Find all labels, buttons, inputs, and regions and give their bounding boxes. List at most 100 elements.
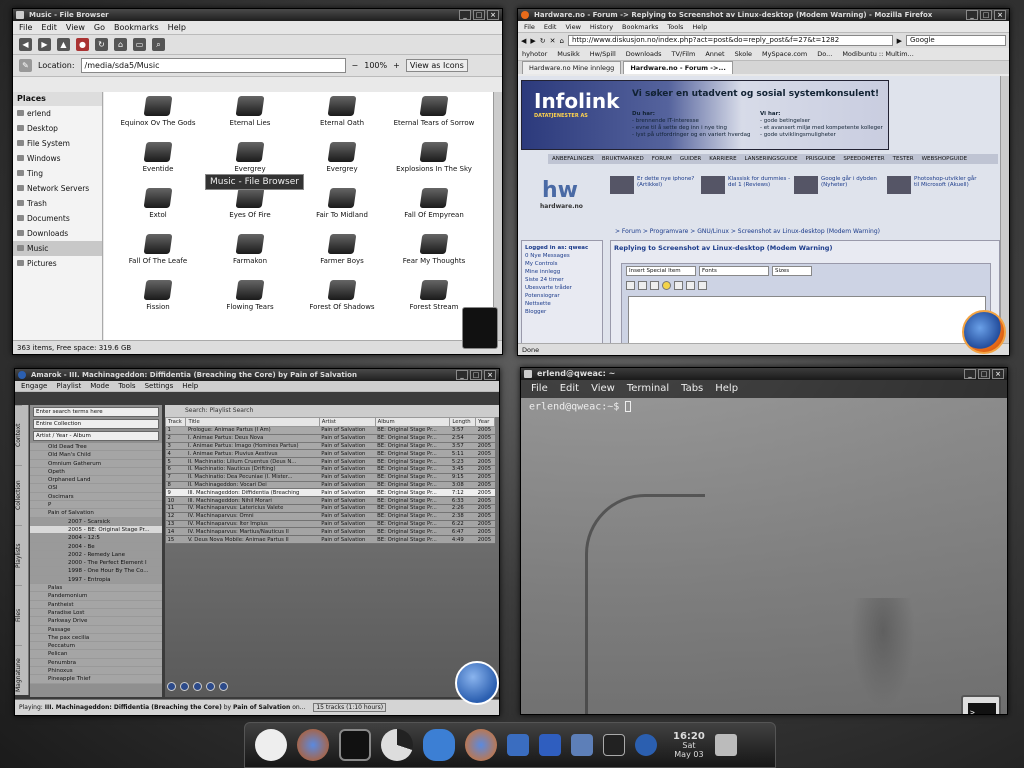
file-browser-titlebar[interactable]: Music - File Browser _ □ × bbox=[13, 9, 502, 21]
playlist-row[interactable]: 11 IV. Machinaparvus: Latericius Valete Pa… bbox=[165, 504, 495, 513]
minimize-button[interactable]: _ bbox=[964, 369, 976, 379]
image-button[interactable] bbox=[686, 280, 695, 290]
bookmark-item[interactable]: Musikk bbox=[557, 48, 579, 60]
playlist-row[interactable]: 10 III. Machinageddon: Nihil Morari Pain o… bbox=[165, 496, 495, 505]
artist-item[interactable]: Palas bbox=[30, 584, 162, 593]
gnome-foot-icon[interactable] bbox=[255, 729, 287, 761]
zoom-level[interactable]: 100% bbox=[364, 61, 387, 70]
close-button[interactable]: × bbox=[992, 369, 1004, 379]
bookmark-item[interactable]: Hw/Spill bbox=[590, 48, 616, 60]
vertical-scrollbar[interactable] bbox=[493, 92, 502, 340]
site-nav-item[interactable]: GUIDER bbox=[680, 154, 701, 164]
stop-icon[interactable]: ● bbox=[76, 38, 89, 51]
site-nav-item[interactable]: LANSERINGSGUIDE bbox=[745, 154, 798, 164]
sidebar-tab-context[interactable]: Context bbox=[15, 405, 22, 465]
album-item[interactable]: 1998 - One Hour By The Co... bbox=[30, 567, 162, 576]
sidebar-item-downloads[interactable]: Downloads bbox=[13, 226, 102, 241]
home-icon[interactable]: ⌂ bbox=[560, 37, 564, 45]
back-icon[interactable]: ◀ bbox=[19, 38, 32, 51]
sizes-select[interactable]: Sizes bbox=[772, 266, 812, 276]
artist-item[interactable]: Parkway Drive bbox=[30, 617, 162, 626]
menu-edit[interactable]: Edit bbox=[544, 21, 557, 32]
artist-item[interactable]: Pandemonium bbox=[30, 592, 162, 601]
paint-splash-icon[interactable] bbox=[423, 729, 455, 761]
firefox-titlebar[interactable]: Hardware.no - Forum -> Replying to Scree… bbox=[518, 9, 1009, 21]
user-panel-link[interactable]: 0 Nye Messages bbox=[525, 252, 599, 260]
artist-item[interactable]: Penumbra bbox=[30, 658, 162, 668]
fonts-select[interactable]: Fonts bbox=[699, 266, 769, 276]
news-item[interactable]: Klassisk for dummies - del 1 (Reviews) bbox=[701, 176, 791, 194]
artist-item[interactable]: Omnium Gatherum bbox=[30, 459, 162, 468]
sidebar-item-trash[interactable]: Trash bbox=[13, 196, 102, 211]
url-input[interactable]: http://www.diskusjon.no/index.php?act=po… bbox=[567, 35, 893, 46]
sidebar-item-erlend[interactable]: erlend bbox=[13, 106, 102, 121]
next-button[interactable] bbox=[219, 682, 228, 691]
sidebar-tab-files[interactable]: Files bbox=[15, 585, 22, 645]
playlist-row[interactable]: 3 I. Animae Partus: Imago (Homines Partus… bbox=[165, 442, 495, 451]
album-item[interactable]: 2007 - Scarsick bbox=[30, 517, 162, 526]
artist-item[interactable]: The pax cecilia bbox=[30, 633, 162, 643]
security-icon[interactable] bbox=[603, 734, 625, 756]
mail-icon[interactable] bbox=[539, 734, 561, 756]
play-button[interactable] bbox=[180, 682, 189, 691]
sidebar-item-documents[interactable]: Documents bbox=[13, 211, 102, 226]
link-button[interactable] bbox=[674, 280, 683, 290]
menu-edit[interactable]: Edit bbox=[41, 21, 57, 34]
artist-item[interactable]: Pineapple Thief bbox=[30, 675, 162, 684]
folder-item[interactable]: Eternal Tears of Sorrow bbox=[388, 92, 480, 138]
search-input[interactable]: Google bbox=[906, 35, 1006, 46]
folder-item[interactable]: Flowing Tears bbox=[204, 276, 296, 322]
document-icon[interactable] bbox=[571, 734, 593, 756]
view-mode-select[interactable]: View as Icons bbox=[405, 59, 468, 72]
news-item[interactable]: Photoshop-utvikler går til Microsoft (Ak… bbox=[887, 176, 977, 194]
folder-item[interactable]: Farmer Boys bbox=[296, 230, 388, 276]
playlist-row[interactable]: 2 I. Animae Partus: Deus Nova Pain of Salv… bbox=[165, 434, 495, 443]
bold-button[interactable] bbox=[626, 280, 635, 290]
menu-item[interactable]: Playlist bbox=[56, 381, 81, 391]
bookmark-item[interactable]: Annet bbox=[705, 48, 724, 60]
folder-item[interactable]: Evergrey bbox=[296, 138, 388, 184]
sidebar-item-network-servers[interactable]: Network Servers bbox=[13, 181, 102, 196]
artist-item[interactable]: Passage bbox=[30, 625, 162, 634]
column-header[interactable]: Year bbox=[475, 417, 495, 427]
search-icon[interactable]: ⌕ bbox=[152, 38, 165, 51]
folder-item[interactable]: Farmakon bbox=[204, 230, 296, 276]
playlist-row[interactable]: 13 IV. Machinaparvus: Iter Impius Pain of … bbox=[165, 520, 495, 529]
firefox-window[interactable]: Hardware.no - Forum -> Replying to Scree… bbox=[517, 8, 1010, 356]
playlist-row[interactable]: 1 Prologue: Animae Partus (I Am) Pain of S… bbox=[165, 426, 495, 435]
menu-file[interactable]: File bbox=[524, 21, 535, 32]
artist-item[interactable]: Orphaned Land bbox=[30, 476, 162, 485]
user-panel-link[interactable]: Nettsette bbox=[525, 300, 599, 308]
artist-item[interactable]: Pantheist bbox=[30, 600, 162, 609]
folder-item[interactable]: Forest Of Shadows bbox=[296, 276, 388, 322]
grouping-select[interactable]: Artist / Year - Album bbox=[33, 431, 159, 441]
quote-button[interactable] bbox=[698, 280, 707, 290]
bookmark-item[interactable]: Skole bbox=[735, 48, 752, 60]
album-item[interactable]: 2004 - Be bbox=[30, 542, 162, 551]
menu-item[interactable]: Tools bbox=[118, 381, 135, 391]
menu-tools[interactable]: Tools bbox=[667, 21, 683, 32]
playlist-row[interactable]: 15 V. Deus Nova Mobile: Animae Partus II P… bbox=[165, 535, 495, 544]
ad-banner[interactable]: Infolink DATATJENESTER AS Vi søker en uta… bbox=[521, 80, 889, 150]
tab-mine-innlegg[interactable]: Hardware.no Mine innlegg bbox=[522, 61, 622, 74]
clock[interactable]: 16:20 Sat May 03 bbox=[673, 731, 705, 759]
menu-help[interactable]: Help bbox=[168, 21, 186, 34]
trash-can-icon[interactable] bbox=[462, 307, 498, 349]
sidebar-item-pictures[interactable]: Pictures bbox=[13, 256, 102, 271]
menu-view[interactable]: View bbox=[565, 21, 580, 32]
album-item[interactable]: 2000 - The Perfect Element I bbox=[30, 559, 162, 568]
site-nav-item[interactable]: BRUKTMARKED bbox=[602, 154, 644, 164]
album-item[interactable]: 1997 - Entropia bbox=[30, 575, 162, 585]
artist-item[interactable]: Opeth bbox=[30, 467, 162, 477]
terminal-body[interactable]: erlend@qweac:~$ bbox=[521, 398, 1007, 714]
menu-terminal[interactable]: Terminal bbox=[627, 380, 669, 398]
folder-item[interactable]: Extol bbox=[112, 184, 204, 230]
artist-item[interactable]: OSI bbox=[30, 484, 162, 493]
reload-icon[interactable]: ↻ bbox=[95, 38, 108, 51]
playlist-row[interactable]: 14 IV. Machinaparvus: Martius/Nauticus II… bbox=[165, 527, 495, 537]
edit-location-icon[interactable]: ✎ bbox=[19, 59, 32, 72]
breadcrumb[interactable]: > Forum > Programvare > GNU/Linux > Scre… bbox=[615, 228, 880, 235]
post-textarea[interactable] bbox=[628, 296, 986, 344]
column-header[interactable]: Length bbox=[449, 417, 477, 427]
artist-item[interactable]: Pelican bbox=[30, 650, 162, 659]
